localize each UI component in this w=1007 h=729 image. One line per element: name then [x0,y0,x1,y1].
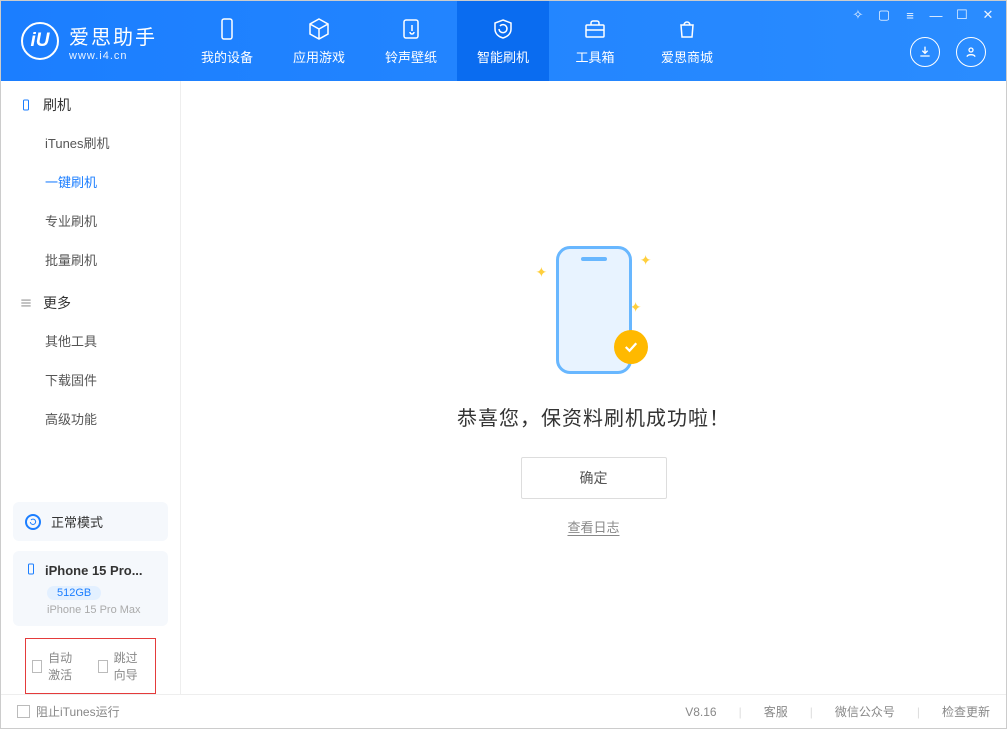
highlighted-options: 自动激活 跳过向导 [25,638,156,694]
sidebar-item-other-tools[interactable]: 其他工具 [1,321,180,360]
checkbox-label: 阻止iTunes运行 [36,703,120,720]
nav-ringtone-wallpaper[interactable]: 铃声壁纸 [365,1,457,81]
sparkle-icon: ✦ [630,299,642,316]
separator: | [739,705,742,719]
menu-icon[interactable]: ≡ [902,8,918,23]
status-label: 正常模式 [51,512,103,531]
more-icon [19,296,33,310]
separator: | [917,705,920,719]
auto-activate-checkbox[interactable]: 自动激活 [32,649,84,683]
section-title-label: 刷机 [43,95,71,115]
phone-icon[interactable]: ▢ [876,7,892,23]
device-full-name: iPhone 15 Pro Max [47,604,156,616]
minimize-button[interactable]: — [928,8,944,23]
phone-small-icon [19,98,33,112]
sidebar-item-pro-flash[interactable]: 专业刷机 [1,201,180,240]
bag-icon [675,17,699,41]
device-card[interactable]: iPhone 15 Pro... 512GB iPhone 15 Pro Max [13,551,168,626]
nav-store[interactable]: 爱思商城 [641,1,733,81]
success-illustration: ✦ ✦ ✦ [534,240,654,380]
checkbox-icon [32,660,42,673]
nav-label: 工具箱 [575,47,614,66]
music-icon [399,17,423,41]
wechat-link[interactable]: 微信公众号 [835,703,895,720]
success-message: 恭喜您，保资料刷机成功啦！ [457,402,730,431]
app-logo: iU 爱思助手 www.i4.cn [1,21,181,62]
view-log-link[interactable]: 查看日志 [567,517,619,536]
cube-icon [307,17,331,41]
section-title-label: 更多 [43,293,71,313]
brand-url: www.i4.cn [69,50,157,62]
nav-toolbox[interactable]: 工具箱 [549,1,641,81]
nav-my-device[interactable]: 我的设备 [181,1,273,81]
sparkle-icon: ✦ [536,264,548,281]
refresh-shield-icon [491,17,515,41]
nav-label: 爱思商城 [661,47,713,66]
account-button[interactable] [956,37,986,67]
status-icon [25,514,41,530]
nav-label: 铃声壁纸 [385,47,437,66]
download-icon [917,44,933,60]
download-button[interactable] [910,37,940,67]
nav-label: 智能刷机 [477,47,529,66]
sidebar-item-advanced[interactable]: 高级功能 [1,399,180,438]
checkbox-icon [98,660,108,673]
sidebar-item-itunes-flash[interactable]: iTunes刷机 [1,123,180,162]
checkbox-label: 跳过向导 [114,649,149,683]
skip-guide-checkbox[interactable]: 跳过向导 [98,649,150,683]
sidebar-item-download-firmware[interactable]: 下载固件 [1,360,180,399]
success-check-icon [614,330,648,364]
nav-label: 我的设备 [201,47,253,66]
checkbox-label: 自动激活 [48,649,83,683]
version-label: V8.16 [685,705,716,719]
storage-badge: 512GB [47,586,101,600]
support-link[interactable]: 客服 [764,703,788,720]
checkbox-icon [17,705,30,718]
device-small-icon [25,561,37,580]
device-mode-status[interactable]: 正常模式 [13,502,168,541]
sidebar-item-oneclick-flash[interactable]: 一键刷机 [1,162,180,201]
user-icon [963,44,979,60]
brand-name: 爱思助手 [69,21,157,50]
nav-label: 应用游戏 [293,47,345,66]
check-update-link[interactable]: 检查更新 [942,703,990,720]
device-icon [215,17,239,41]
nav-smart-flash[interactable]: 智能刷机 [457,1,549,81]
sidebar-section-flash: 刷机 [1,81,180,123]
separator: | [810,705,813,719]
logo-icon: iU [21,22,59,60]
toolbox-icon [583,17,607,41]
theme-icon[interactable]: ✧ [850,7,866,23]
sparkle-icon: ✦ [640,252,652,269]
sidebar-item-batch-flash[interactable]: 批量刷机 [1,240,180,279]
nav-apps-games[interactable]: 应用游戏 [273,1,365,81]
sidebar-section-more: 更多 [1,279,180,321]
maximize-button[interactable]: ☐ [954,7,970,23]
close-button[interactable]: ✕ [980,7,996,23]
block-itunes-checkbox[interactable]: 阻止iTunes运行 [17,703,120,720]
device-name: iPhone 15 Pro... [45,563,143,578]
ok-button[interactable]: 确定 [521,457,667,499]
